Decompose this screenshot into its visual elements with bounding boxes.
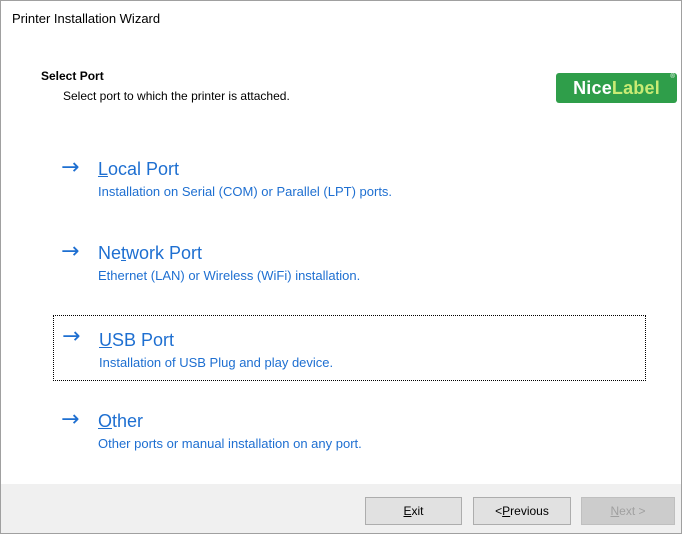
logo-text-nice: Nice xyxy=(573,77,612,98)
option-description: Other ports or manual installation on an… xyxy=(98,436,362,451)
button-bar: Exit < Previous Next > xyxy=(1,484,681,533)
page-subtitle: Select port to which the printer is atta… xyxy=(63,89,290,103)
exit-button[interactable]: Exit xyxy=(365,497,462,525)
title-bar: Printer Installation Wizard xyxy=(1,1,681,31)
nicelabel-logo: Nice Label ® xyxy=(556,73,677,103)
logo-registered-mark: ® xyxy=(670,74,675,80)
option-other-port[interactable]: → Other Other ports or manual installati… xyxy=(53,405,646,471)
previous-button[interactable]: < Previous xyxy=(473,497,571,525)
option-description: Ethernet (LAN) or Wireless (WiFi) instal… xyxy=(98,268,361,283)
wizard-window: Printer Installation Wizard Select Port … xyxy=(0,0,682,534)
arrow-right-icon: → xyxy=(61,407,80,432)
arrow-right-icon: → xyxy=(61,155,80,180)
option-usb-port[interactable]: → USB Port Installation of USB Plug and … xyxy=(53,315,646,381)
arrow-right-icon: → xyxy=(62,324,81,349)
option-description: Installation on Serial (COM) or Parallel… xyxy=(98,184,393,199)
arrow-right-icon: → xyxy=(61,239,80,264)
option-title: Other xyxy=(98,411,144,431)
option-title: USB Port xyxy=(99,330,175,350)
option-title: Network Port xyxy=(98,243,203,263)
logo-text-label: Label xyxy=(611,77,660,98)
next-button[interactable]: Next > xyxy=(581,497,675,525)
option-network-port[interactable]: → Network Port Ethernet (LAN) or Wireles… xyxy=(53,237,646,303)
window-title: Printer Installation Wizard xyxy=(12,11,161,26)
option-title: Local Port xyxy=(98,159,180,179)
option-description: Installation of USB Plug and play device… xyxy=(99,355,334,370)
option-local-port[interactable]: → Local Port Installation on Serial (COM… xyxy=(53,153,646,219)
page-title: Select Port xyxy=(41,69,104,83)
